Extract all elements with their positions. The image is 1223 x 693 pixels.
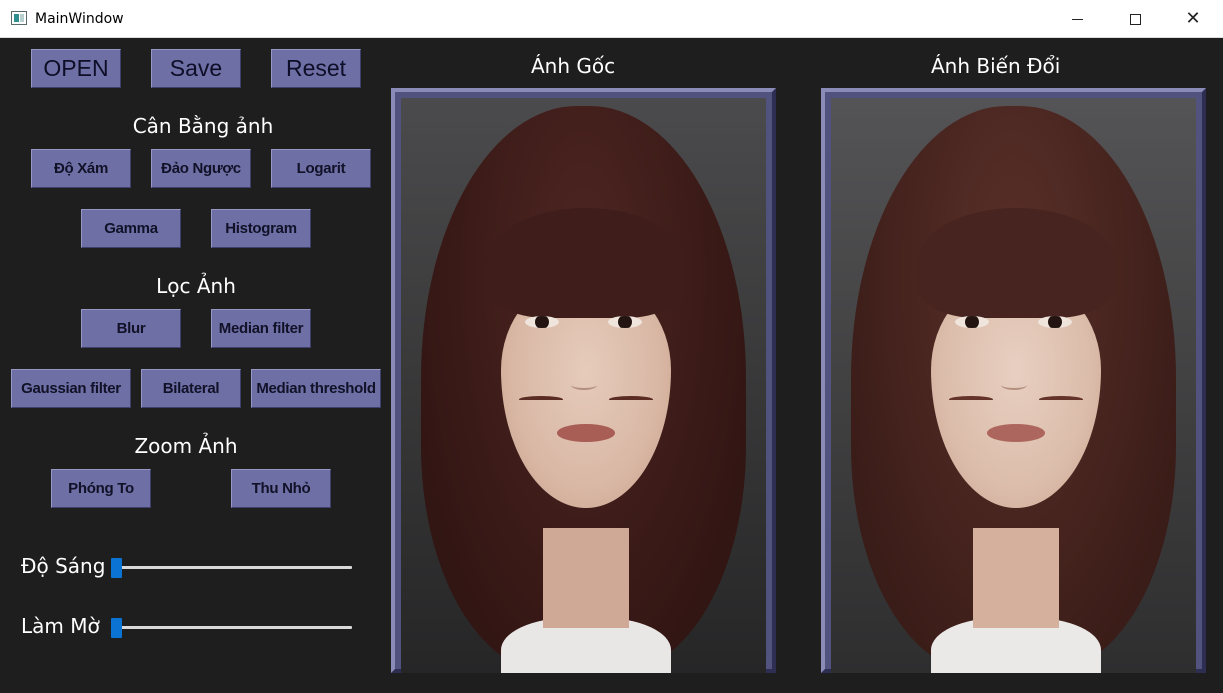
original-image xyxy=(401,98,766,673)
app-icon xyxy=(11,11,27,25)
transformed-image xyxy=(831,98,1196,673)
histogram-button[interactable]: Histogram xyxy=(211,209,311,248)
window-title: MainWindow xyxy=(35,11,124,27)
save-button[interactable]: Save xyxy=(151,49,241,88)
close-button[interactable]: ✕ xyxy=(1164,0,1222,38)
zoom-section-title: Zoom Ảnh xyxy=(134,434,238,458)
balance-section-title: Cân Bằng ảnh xyxy=(132,114,274,138)
transformed-image-title: Ánh Biến Đổi xyxy=(931,54,1061,78)
open-button[interactable]: OPEN xyxy=(31,49,121,88)
zoom-in-button[interactable]: Phóng To xyxy=(51,469,151,508)
median-threshold-button[interactable]: Median threshold xyxy=(251,369,381,408)
blur-slider-handle[interactable] xyxy=(111,618,122,638)
filter-section-title: Lọc Ảnh xyxy=(156,274,236,298)
grayscale-button[interactable]: Độ Xám xyxy=(31,149,131,188)
invert-button[interactable]: Đảo Ngược xyxy=(151,149,251,188)
minimize-icon xyxy=(1071,18,1083,20)
original-image-title: Ánh Gốc xyxy=(531,54,616,78)
median-filter-button[interactable]: Median filter xyxy=(211,309,311,348)
maximize-button[interactable] xyxy=(1106,0,1164,38)
blur-slider-track[interactable] xyxy=(112,626,352,629)
logarit-button[interactable]: Logarit xyxy=(271,149,371,188)
bilateral-button[interactable]: Bilateral xyxy=(141,369,241,408)
blur-amount-label: Làm Mờ xyxy=(21,614,100,638)
brightness-slider-handle[interactable] xyxy=(111,558,122,578)
maximize-icon xyxy=(1129,13,1141,25)
blur-button[interactable]: Blur xyxy=(81,309,181,348)
minimize-button[interactable] xyxy=(1048,0,1106,38)
brightness-label: Độ Sáng xyxy=(21,554,106,578)
brightness-slider-track[interactable] xyxy=(112,566,352,569)
reset-button[interactable]: Reset xyxy=(271,49,361,88)
zoom-out-button[interactable]: Thu Nhỏ xyxy=(231,469,331,508)
gaussian-filter-button[interactable]: Gaussian filter xyxy=(11,369,131,408)
close-icon: ✕ xyxy=(1185,8,1201,29)
gamma-button[interactable]: Gamma xyxy=(81,209,181,248)
title-bar: MainWindow ✕ xyxy=(0,0,1223,38)
